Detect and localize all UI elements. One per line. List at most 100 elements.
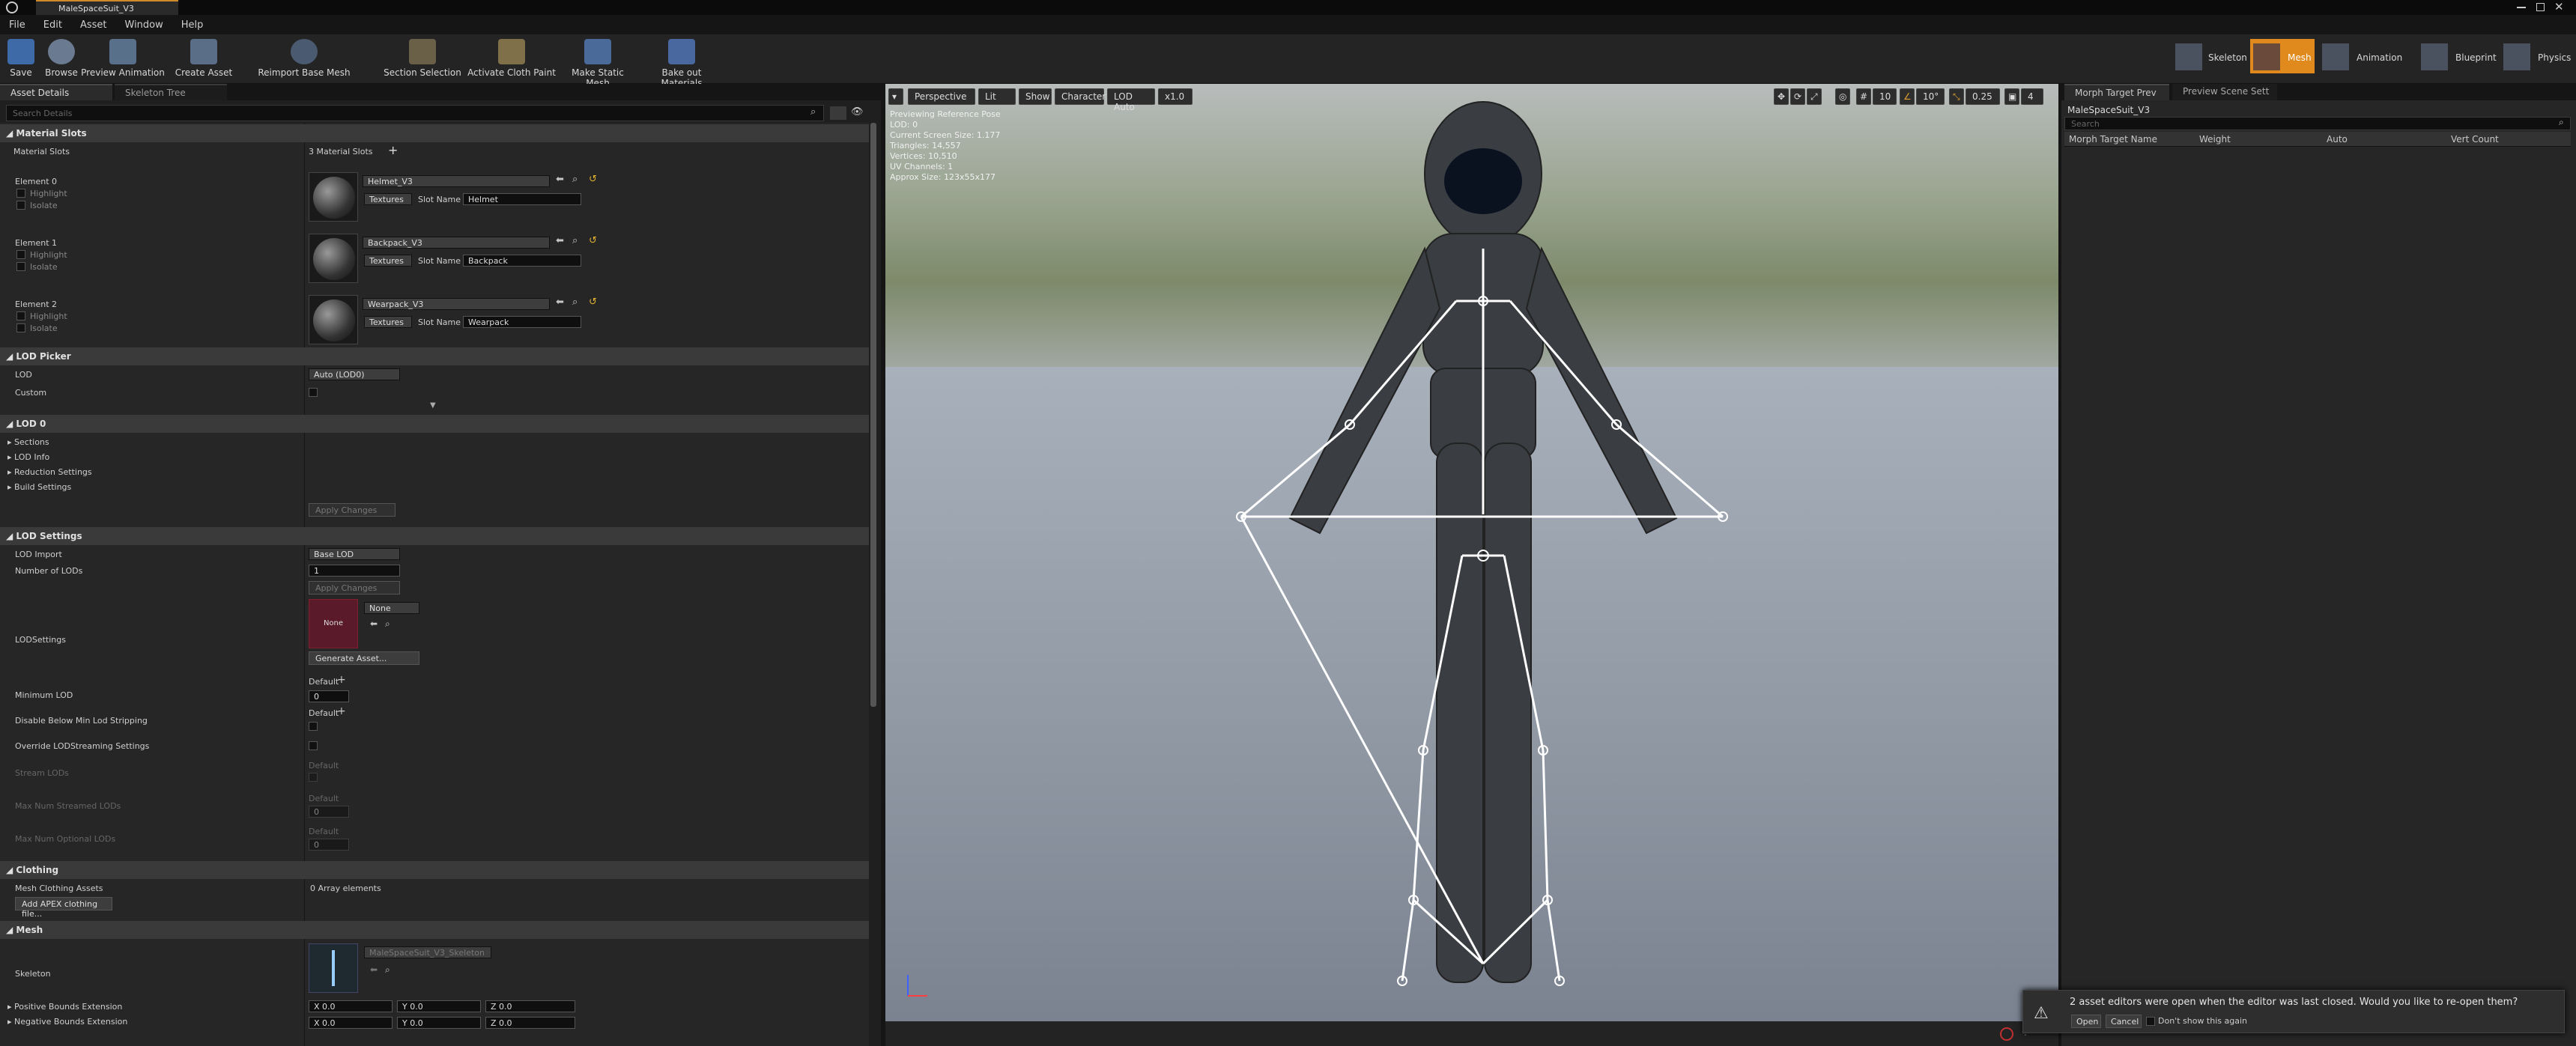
reimport-base-mesh-button[interactable]: Reimport Base Mesh (256, 36, 352, 82)
negative-bounds-x[interactable]: X 0.0 (309, 1017, 393, 1029)
section-selection-button[interactable]: Section Selection (384, 36, 461, 82)
element-1-slot-name-field[interactable]: Backpack (463, 255, 581, 267)
minimize-icon[interactable] (2517, 7, 2526, 8)
skeleton-thumbnail[interactable] (309, 943, 358, 993)
element-2-slot-name-field[interactable]: Wearpack (463, 316, 581, 328)
reset-material-icon[interactable]: ↺ (589, 174, 597, 185)
viewport-options-button[interactable]: ▾ (888, 88, 903, 105)
morph-search-input[interactable]: Search (2064, 117, 2571, 130)
camera-speed-icon[interactable]: ▣ (2004, 88, 2019, 105)
use-selected-arrow-icon[interactable]: ⬅ (556, 235, 564, 246)
create-asset-button[interactable]: Create Asset (171, 36, 237, 82)
activate-cloth-paint-button[interactable]: Activate Cloth Paint (466, 36, 557, 82)
element-1-textures-combo[interactable]: Textures (364, 255, 412, 267)
open-button[interactable]: Open (2071, 1015, 2101, 1028)
lod-import-combo[interactable]: Base LOD (309, 548, 400, 560)
positive-bounds-y[interactable]: Y 0.0 (397, 1000, 481, 1012)
show-button[interactable]: Show (1019, 88, 1052, 105)
lod-picker-header[interactable]: ◢ LOD Picker (0, 347, 869, 365)
scale-snap-value[interactable]: 0.25 (1966, 88, 2000, 105)
negative-bounds-y[interactable]: Y 0.0 (397, 1017, 481, 1029)
mode-animation[interactable]: Animation (2319, 39, 2413, 73)
preview-animation-button[interactable]: Preview Animation (81, 36, 165, 82)
scale-snap-icon[interactable]: ⤡ (1949, 88, 1964, 105)
max-streamed-lods-field[interactable]: 0 (309, 806, 349, 818)
element-1-material-thumbnail[interactable] (309, 234, 358, 283)
custom-lod-checkbox[interactable] (309, 388, 318, 397)
element-1-isolate-checkbox[interactable] (16, 262, 25, 271)
menu-edit[interactable]: Edit (34, 19, 71, 31)
add-override-icon[interactable]: + (337, 674, 346, 686)
mode-mesh[interactable]: Mesh (2250, 39, 2315, 73)
save-button[interactable]: Save (3, 36, 39, 82)
world-local-icon[interactable]: ◎ (1835, 88, 1850, 105)
positive-bounds-label[interactable]: ▸ Positive Bounds Extension (7, 1002, 232, 1012)
rotation-snap-value[interactable]: 10° (1916, 88, 1945, 105)
add-override-icon[interactable]: + (337, 705, 346, 717)
rotation-snap-icon[interactable]: ∠ (1900, 88, 1915, 105)
lod0-build-settings[interactable]: ▸ Build Settings (7, 482, 157, 492)
perspective-button[interactable]: Perspective (908, 88, 975, 105)
tab-morph-target-preview[interactable]: Morph Target Prev (2064, 84, 2169, 100)
column-divider[interactable] (304, 123, 305, 1046)
element-0-isolate-checkbox[interactable] (16, 201, 25, 210)
stream-lods-checkbox[interactable] (309, 773, 318, 782)
tab-skeleton-tree[interactable]: Skeleton Tree (115, 84, 227, 100)
lod0-reduction-settings[interactable]: ▸ Reduction Settings (7, 467, 157, 477)
use-selected-arrow-icon[interactable]: ⬅ (556, 174, 564, 185)
element-2-textures-combo[interactable]: Textures (364, 316, 412, 328)
lodsettings-combo[interactable]: None (364, 602, 419, 614)
lodsettings-thumbnail[interactable]: None (309, 599, 358, 648)
element-0-material-combo[interactable]: Helmet_V3 (363, 175, 550, 187)
reset-material-icon[interactable]: ↺ (589, 297, 597, 308)
lod0-lod-info[interactable]: ▸ LOD Info (7, 452, 157, 462)
browse-asset-icon[interactable]: ⌕ (385, 618, 390, 630)
col-morph-target-name[interactable]: Morph Target Name (2069, 134, 2157, 145)
number-of-lods-field[interactable]: 1 (309, 565, 400, 577)
lod-settings-header[interactable]: ◢ LOD Settings (0, 527, 869, 545)
lod-settings-apply-button[interactable]: Apply Changes (309, 581, 400, 595)
dont-show-again-checkbox[interactable] (2146, 1017, 2155, 1026)
document-tab[interactable]: MaleSpaceSuit_V3 (36, 0, 178, 15)
scale-icon[interactable]: ⤢ (1807, 88, 1822, 105)
lod-combo[interactable]: Auto (LOD0) (309, 368, 400, 380)
element-2-material-combo[interactable]: Wearpack_V3 (363, 298, 550, 310)
element-2-isolate-checkbox[interactable] (16, 323, 25, 332)
menu-asset[interactable]: Asset (71, 19, 116, 31)
col-auto[interactable]: Auto (2327, 134, 2348, 145)
character-skeleton-view[interactable] (885, 84, 2058, 1027)
make-static-mesh-button[interactable]: Make Static Mesh (560, 36, 635, 88)
mode-physics[interactable]: Physics (2500, 39, 2574, 73)
element-0-slot-name-field[interactable]: Helmet (463, 193, 581, 205)
mesh-header[interactable]: ◢ Mesh (0, 921, 869, 939)
minimum-lod-field[interactable]: 0 (309, 690, 349, 702)
expand-advanced-icon[interactable]: ▼ (430, 401, 436, 410)
record-icon[interactable] (2000, 1027, 2013, 1041)
element-1-material-combo[interactable]: Backpack_V3 (363, 237, 550, 249)
bake-out-materials-button[interactable]: Bake out Materials (641, 36, 722, 88)
mode-skeleton[interactable]: Skeleton (2172, 39, 2247, 73)
positive-bounds-x[interactable]: X 0.0 (309, 1000, 393, 1012)
rotate-icon[interactable]: ⟳ (1790, 88, 1805, 105)
camera-speed-value[interactable]: 4 (2021, 88, 2043, 105)
col-vert-count[interactable]: Vert Count (2451, 134, 2499, 145)
browse-material-icon[interactable]: ⌕ (572, 297, 578, 308)
grid-snap-icon[interactable]: # (1856, 88, 1871, 105)
add-apex-clothing-button[interactable]: Add APEX clothing file... (15, 897, 112, 919)
maximize-icon[interactable] (2536, 3, 2545, 11)
reset-material-icon[interactable]: ↺ (589, 235, 597, 246)
details-scrollbar[interactable] (870, 123, 876, 707)
cancel-button[interactable]: Cancel (2106, 1015, 2142, 1028)
lit-button[interactable]: Lit (978, 88, 1016, 105)
material-slots-header[interactable]: ◢ Material Slots (0, 124, 869, 142)
lod0-sections[interactable]: ▸ Sections (7, 437, 157, 447)
browse-material-icon[interactable]: ⌕ (572, 174, 578, 185)
use-selected-arrow-icon[interactable]: ⬅ (370, 964, 378, 975)
lod0-apply-changes-button[interactable]: Apply Changes (309, 503, 396, 517)
character-button[interactable]: Character (1055, 88, 1106, 105)
add-material-slot-icon[interactable]: + (388, 143, 398, 157)
close-icon[interactable]: ✕ (2554, 0, 2564, 13)
browse-material-icon[interactable]: ⌕ (572, 235, 578, 246)
element-0-textures-combo[interactable]: Textures (364, 193, 412, 205)
property-matrix-icon[interactable] (830, 106, 846, 120)
